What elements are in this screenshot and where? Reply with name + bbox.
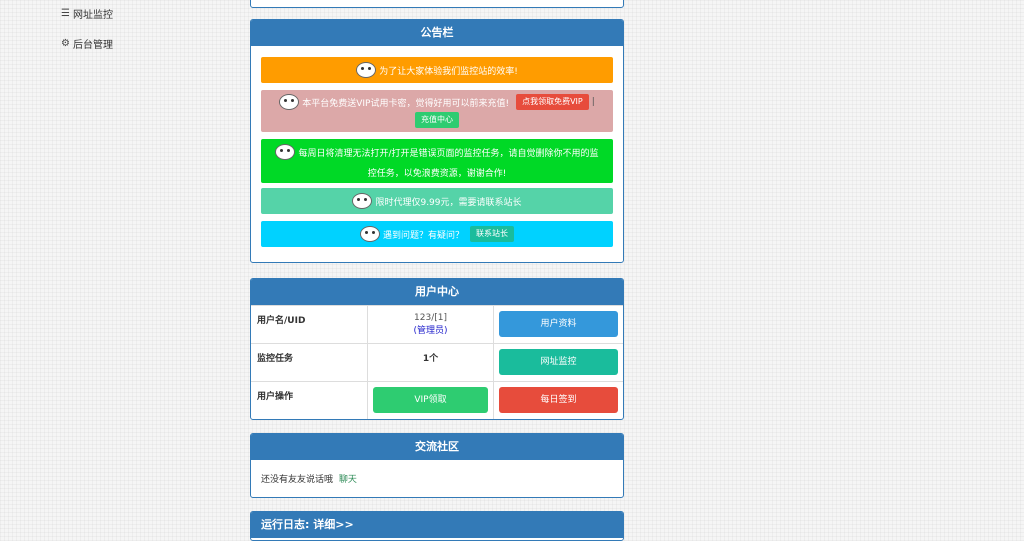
log-panel: 运行日志: 详细>> xyxy=(250,511,624,541)
get-free-vip-button[interactable]: 点我领取免费VIP xyxy=(516,94,589,110)
notice-text: 限时代理仅9.99元，需要请联系站长 xyxy=(375,197,522,208)
table-row: 用户操作 VIP领取 每日签到 xyxy=(251,381,623,419)
button-cell: 网址监控 xyxy=(493,343,623,382)
emoji-face-icon xyxy=(356,62,377,78)
notice-panel: 公告栏 为了让大家体验我们监控站的效率! 本平台免费送VIP试用卡密，觉得好用可… xyxy=(250,19,624,263)
community-title: 交流社区 xyxy=(251,434,623,460)
sidebar-item-admin[interactable]: ⚙ 后台管理 xyxy=(61,36,113,51)
server-icon: ☰ xyxy=(61,8,70,19)
community-empty-text: 还没有友友说话哦 xyxy=(261,475,334,485)
notice-text-line1: 每周日将清理无法打开/打开是错误页面的监控任务，请自觉删除你不用的监 xyxy=(298,148,599,159)
log-detail-link[interactable]: 详细>> xyxy=(313,518,353,531)
task-count-value: 1个 xyxy=(367,343,494,382)
notice-text: 本平台免费送VIP试用卡密，觉得好用可以前来充值! xyxy=(302,98,510,109)
log-panel-title: 运行日志: xyxy=(261,518,310,531)
username-uid-cell: 123/[1] (管理员) xyxy=(367,305,494,344)
notice-panel-title: 公告栏 xyxy=(251,20,623,46)
notice-text: 遇到问题？有疑问？ xyxy=(382,230,464,241)
notice-item: 限时代理仅9.99元，需要请联系站长 xyxy=(261,188,613,214)
username-uid-value: 123/[1] xyxy=(414,313,447,323)
chat-link[interactable]: 聊天 xyxy=(339,475,357,485)
emoji-face-icon xyxy=(352,193,373,209)
user-info-table: 用户名/UID 123/[1] (管理员) 用户资料 监控任务 1个 网址监控 … xyxy=(251,305,623,419)
row-label: 用户名/UID xyxy=(251,305,368,344)
sidebar-item-label: 后台管理 xyxy=(72,40,113,51)
notice-item: 本平台免费送VIP试用卡密，觉得好用可以前来充值! 点我领取免费VIP | 充值… xyxy=(261,90,613,132)
daily-checkin-button[interactable]: 每日签到 xyxy=(499,387,618,413)
user-profile-button[interactable]: 用户资料 xyxy=(499,311,618,337)
sidebar-item-url-monitor[interactable]: ☰ 网址监控 xyxy=(61,6,113,21)
community-panel: 交流社区 还没有友友说话哦 聊天 xyxy=(250,433,624,498)
sidebar-item-label: 网址监控 xyxy=(72,10,113,21)
role-badge: (管理员) xyxy=(413,326,448,336)
contact-admin-button[interactable]: 联系站长 xyxy=(470,226,514,242)
emoji-face-icon xyxy=(275,144,296,160)
table-row: 监控任务 1个 网址监控 xyxy=(251,343,623,382)
separator: | xyxy=(591,97,595,107)
button-cell: 用户资料 xyxy=(493,305,623,344)
recharge-center-button[interactable]: 充值中心 xyxy=(415,112,459,128)
previous-panel-bottom xyxy=(250,0,624,8)
notice-item: 为了让大家体验我们监控站的效率! xyxy=(261,57,613,83)
emoji-face-icon xyxy=(359,226,380,242)
table-row: 用户名/UID 123/[1] (管理员) 用户资料 xyxy=(251,305,623,344)
notice-item: 遇到问题？有疑问？ 联系站长 xyxy=(261,221,613,247)
url-monitor-button[interactable]: 网址监控 xyxy=(499,349,618,375)
row-label: 用户操作 xyxy=(251,381,368,419)
notice-item: 每周日将清理无法打开/打开是错误页面的监控任务，请自觉删除你不用的监 控任务，以… xyxy=(261,139,613,183)
button-cell: 每日签到 xyxy=(493,381,623,419)
button-cell: VIP领取 xyxy=(367,381,494,419)
log-panel-header: 运行日志: 详细>> xyxy=(251,512,623,538)
community-message: 还没有友友说话哦 聊天 xyxy=(251,460,623,485)
notice-text-line2: 控任务，以免浪费资源，谢谢合作! xyxy=(367,169,507,179)
emoji-face-icon xyxy=(279,94,300,110)
user-center-panel: 用户中心 用户名/UID 123/[1] (管理员) 用户资料 监控任务 1个 … xyxy=(250,278,624,420)
vip-claim-button[interactable]: VIP领取 xyxy=(373,387,488,413)
gear-icon: ⚙ xyxy=(61,38,70,49)
row-label: 监控任务 xyxy=(251,343,368,382)
user-center-title: 用户中心 xyxy=(251,279,623,305)
notice-text: 为了让大家体验我们监控站的效率! xyxy=(379,66,518,77)
